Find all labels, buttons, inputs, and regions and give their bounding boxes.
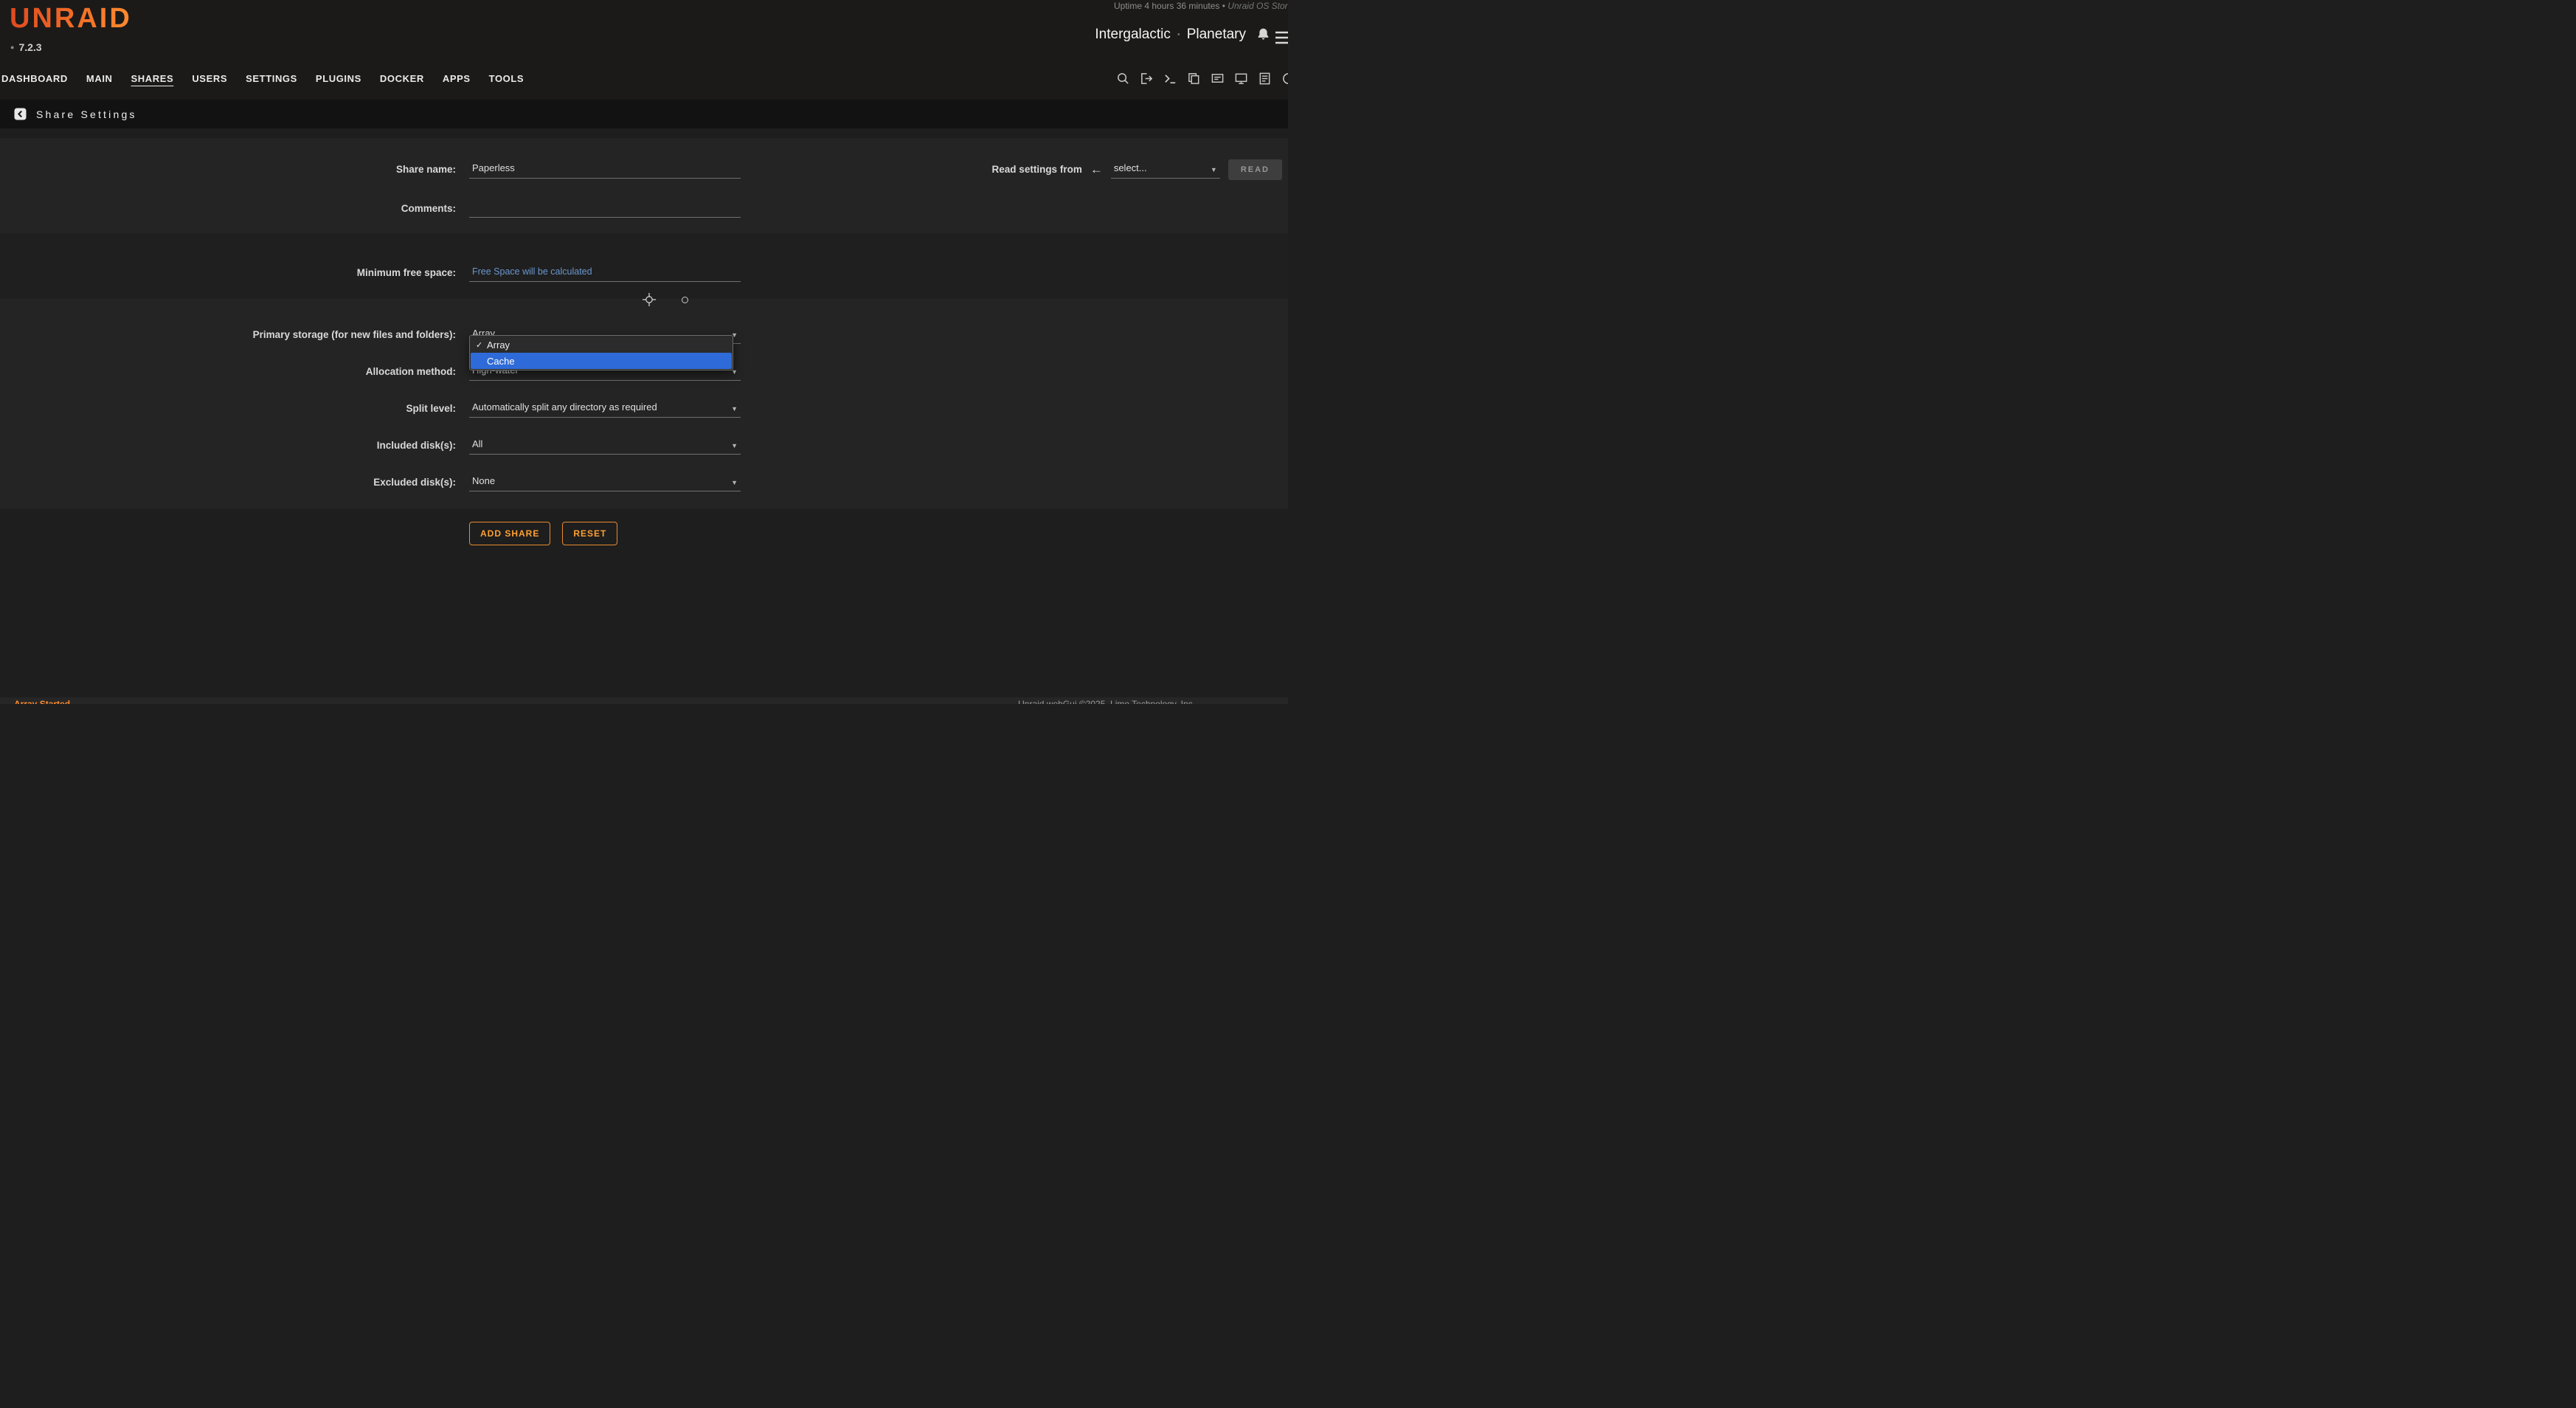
form-row-comments: Comments: xyxy=(0,192,1288,225)
included-disks-select[interactable]: All ▼ xyxy=(469,436,741,455)
caret-down-icon: ▼ xyxy=(731,479,738,486)
nav-docker[interactable]: DOCKER xyxy=(380,73,424,84)
page-title-bar: Share Settings xyxy=(0,100,1288,128)
form-row-included-disks: Included disk(s): All ▼ xyxy=(0,429,1288,462)
share-name-label: Share name: xyxy=(0,164,469,175)
nav-plugins[interactable]: PLUGINS xyxy=(316,73,361,84)
read-button[interactable]: READ xyxy=(1228,159,1282,180)
os-status-text: Unraid OS Stor xyxy=(1228,1,1287,11)
arrow-left-icon: ← xyxy=(1090,163,1103,176)
footer: Array Started Unraid webGui ©2025, Lime … xyxy=(0,697,1288,704)
section-identity: Share name: Read settings from ← select.… xyxy=(0,138,1288,233)
server-description: Planetary xyxy=(1187,27,1246,43)
nav-dashboard[interactable]: DASHBOARD xyxy=(1,73,68,84)
page-title: Share Settings xyxy=(36,108,137,120)
comments-input[interactable] xyxy=(469,199,741,218)
caret-down-icon: ▼ xyxy=(1211,166,1217,173)
allocation-method-label: Allocation method: xyxy=(0,366,469,377)
header: UNRAID ● 7.2.3 Uptime 4 hours 36 minutes… xyxy=(0,0,1288,100)
feedback-icon[interactable] xyxy=(1211,72,1225,86)
min-free-space-label: Minimum free space: xyxy=(0,267,469,278)
crosshair-cursor-icon xyxy=(643,293,656,306)
min-free-space-input[interactable] xyxy=(469,264,741,282)
theme-icon[interactable] xyxy=(1281,72,1288,86)
click-indicator-icon xyxy=(682,297,688,303)
unraid-logo[interactable]: UNRAID xyxy=(10,3,132,35)
section-space: Minimum free space: xyxy=(0,233,1288,299)
status-dot-icon: ● xyxy=(10,44,14,51)
monitor-icon[interactable] xyxy=(1234,72,1248,86)
logout-icon[interactable] xyxy=(1140,72,1154,86)
version-label: ● 7.2.3 xyxy=(10,41,42,53)
dot-separator: • xyxy=(1177,30,1180,39)
dropdown-option-cache[interactable]: Cache xyxy=(471,353,732,369)
included-disks-label: Included disk(s): xyxy=(0,440,469,451)
read-settings-label: Read settings from xyxy=(992,164,1082,175)
nav-apps[interactable]: APPS xyxy=(443,73,471,84)
excluded-disks-label: Excluded disk(s): xyxy=(0,477,469,488)
nav-shares[interactable]: SHARES xyxy=(131,73,174,84)
hamburger-menu-icon[interactable] xyxy=(1275,30,1288,49)
comments-label: Comments: xyxy=(0,203,469,214)
add-share-button[interactable]: ADD SHARE xyxy=(469,522,550,545)
check-icon: ✓ xyxy=(476,340,484,350)
server-identity: Intergalactic • Planetary xyxy=(1095,27,1246,43)
uptime-text: Uptime 4 hours 36 minutes • Unraid OS St… xyxy=(1114,1,1288,11)
notifications-bell-icon[interactable] xyxy=(1256,27,1270,45)
version-number: 7.2.3 xyxy=(18,41,41,53)
share-name-input[interactable] xyxy=(469,160,741,179)
section-storage: Primary storage (for new files and folde… xyxy=(0,299,1288,508)
log-icon[interactable] xyxy=(1258,72,1272,86)
dropdown-option-array[interactable]: ✓ Array xyxy=(471,337,732,353)
header-toolbar xyxy=(1116,68,1288,89)
caret-down-icon: ▼ xyxy=(731,442,738,449)
split-level-label: Split level: xyxy=(0,403,469,414)
read-settings-select[interactable]: select... ▼ xyxy=(1111,160,1220,179)
terminal-icon[interactable] xyxy=(1163,72,1177,86)
form-row-split-level: Split level: Automatically split any dir… xyxy=(0,392,1288,425)
form-row-primary-storage: Primary storage (for new files and folde… xyxy=(0,318,1288,351)
back-icon[interactable] xyxy=(14,108,27,120)
nav-settings[interactable]: SETTINGS xyxy=(246,73,297,84)
nav-users[interactable]: USERS xyxy=(192,73,227,84)
form-row-excluded-disks: Excluded disk(s): None ▼ xyxy=(0,466,1288,499)
excluded-disks-select[interactable]: None ▼ xyxy=(469,473,741,491)
caret-down-icon: ▼ xyxy=(731,405,738,413)
footer-array-status[interactable]: Array Started xyxy=(14,699,70,704)
read-settings-group: Read settings from ← select... ▼ READ xyxy=(992,159,1282,180)
primary-storage-label: Primary storage (for new files and folde… xyxy=(0,329,469,340)
reset-button[interactable]: RESET xyxy=(562,522,617,545)
main-nav: DASHBOARD MAIN SHARES USERS SETTINGS PLU… xyxy=(1,68,524,89)
form-actions: ADD SHARE RESET xyxy=(469,522,1288,545)
form-row-min-free-space: Minimum free space: xyxy=(0,256,1288,289)
copy-icon[interactable] xyxy=(1187,72,1201,86)
server-name: Intergalactic xyxy=(1095,27,1170,43)
nav-tools[interactable]: TOOLS xyxy=(489,73,524,84)
primary-storage-dropdown: ✓ Array Cache xyxy=(469,335,733,370)
dot-separator: • xyxy=(1222,1,1225,11)
form-row-share-name: Share name: Read settings from ← select.… xyxy=(0,153,1288,186)
nav-main[interactable]: MAIN xyxy=(86,73,113,84)
share-settings-form: Share name: Read settings from ← select.… xyxy=(0,128,1288,545)
footer-copyright: Unraid webGui ©2025, Lime Technology, In… xyxy=(1018,699,1195,704)
search-icon[interactable] xyxy=(1116,72,1130,86)
split-level-select[interactable]: Automatically split any directory as req… xyxy=(469,399,741,418)
